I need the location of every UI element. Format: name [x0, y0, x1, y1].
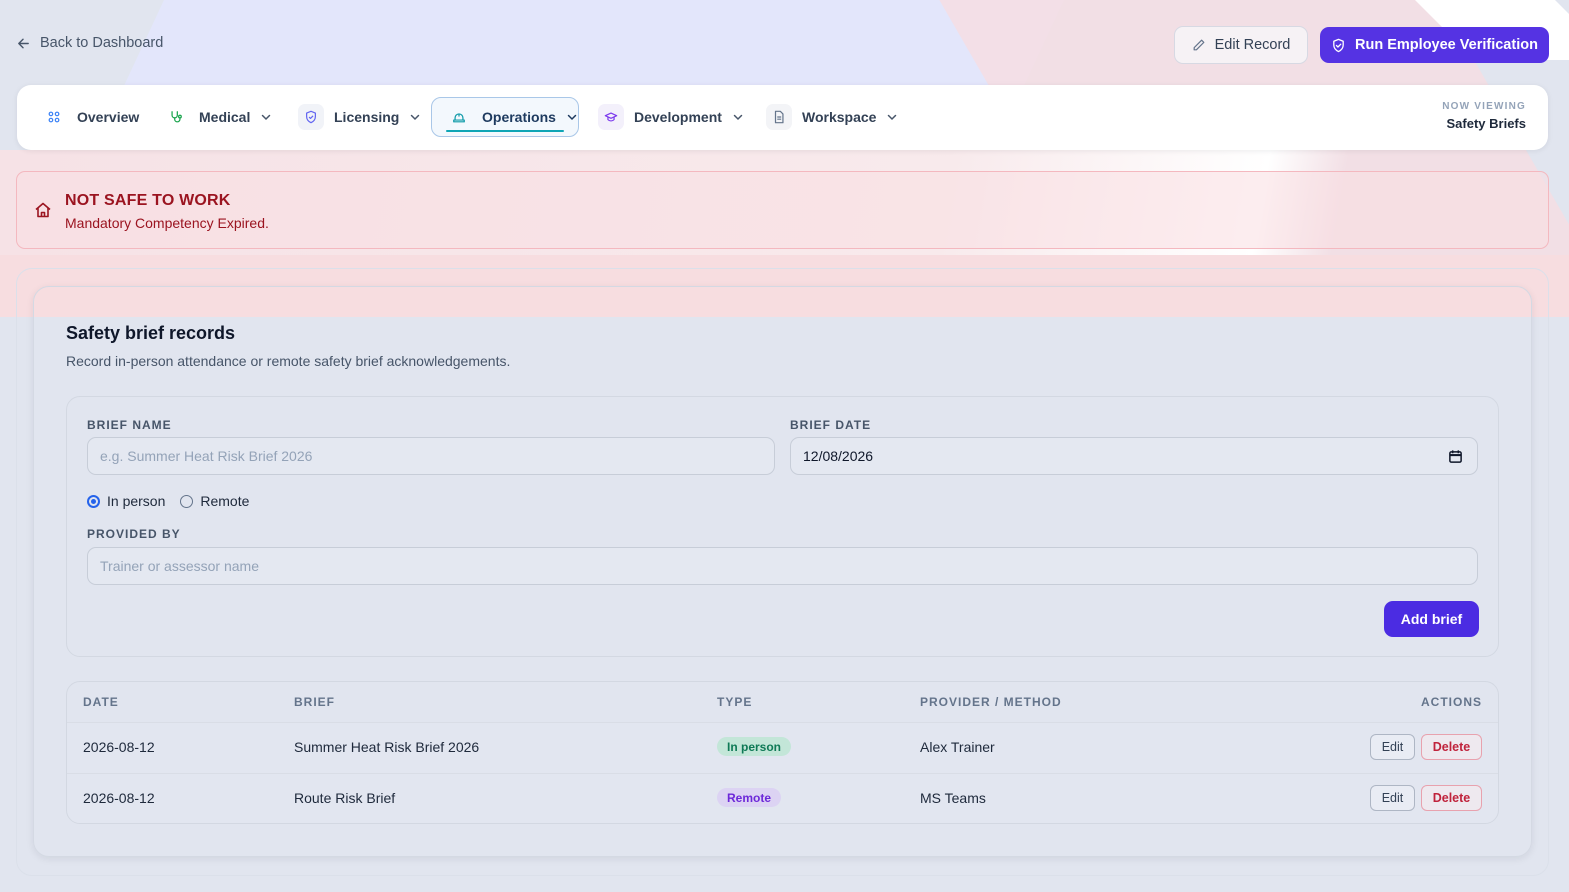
th-provider: PROVIDER / METHOD: [920, 695, 1062, 709]
shield-icon: [298, 104, 324, 130]
tab-overview[interactable]: Overview: [41, 97, 139, 137]
brief-date-label: BRIEF DATE: [790, 418, 872, 432]
provided-by-input[interactable]: Trainer or assessor name: [87, 547, 1478, 585]
cell-provider: MS Teams: [920, 790, 986, 806]
card-title: Safety brief records: [66, 323, 236, 343]
briefs-table: DATE BRIEF TYPE PROVIDER / METHOD ACTION…: [66, 681, 1499, 824]
brief-form: BRIEF NAME e.g. Summer Heat Risk Brief 2…: [66, 396, 1499, 657]
safety-alert: NOT SAFE TO WORK Mandatory Competency Ex…: [16, 171, 1549, 249]
now-viewing-label: NOW VIEWING: [1442, 101, 1526, 112]
th-actions: ACTIONS: [1421, 695, 1482, 709]
tab-label: Medical: [199, 109, 251, 125]
cell-provider: Alex Trainer: [920, 739, 995, 755]
run-verification-label: Run Employee Verification: [1355, 37, 1538, 53]
remote-radio[interactable]: [180, 494, 194, 508]
tab-operations[interactable]: Operations: [431, 97, 579, 137]
calendar-icon[interactable]: [1448, 449, 1463, 464]
provided-by-label: PROVIDED BY: [87, 527, 181, 541]
graduation-cap-icon: [598, 104, 624, 130]
alert-detail: Mandatory Competency Expired.: [65, 215, 269, 231]
add-brief-button[interactable]: Add brief: [1384, 601, 1479, 637]
alert-title: NOT SAFE TO WORK: [65, 192, 231, 209]
table-row: 2026-08-12 Summer Heat Risk Brief 2026 I…: [67, 722, 1498, 773]
shield-check-icon: [1333, 38, 1344, 52]
brief-name-label: BRIEF NAME: [87, 418, 172, 432]
run-employee-verification-button[interactable]: Run Employee Verification: [1320, 27, 1549, 63]
arrow-left-icon: [18, 38, 29, 48]
tab-medical[interactable]: Medical: [163, 97, 272, 137]
now-viewing: NOW VIEWING Safety Briefs: [1442, 101, 1526, 131]
th-type: TYPE: [717, 695, 753, 709]
th-brief: BRIEF: [294, 695, 335, 709]
edit-record-label: Edit Record: [1214, 37, 1291, 53]
edit-record-button[interactable]: Edit Record: [1174, 26, 1308, 64]
home-icon: [35, 202, 51, 218]
delete-row-button[interactable]: Delete: [1421, 734, 1482, 760]
back-to-dashboard-link[interactable]: Back to Dashboard: [16, 35, 163, 51]
table-header: DATE BRIEF TYPE PROVIDER / METHOD ACTION…: [67, 682, 1498, 722]
type-badge: Remote: [717, 788, 782, 807]
tab-label: Overview: [77, 109, 140, 125]
stethoscope-icon: [163, 104, 189, 130]
tab-licensing[interactable]: Licensing: [298, 97, 421, 137]
tab-label: Licensing: [334, 109, 400, 125]
brief-name-input[interactable]: e.g. Summer Heat Risk Brief 2026: [87, 437, 775, 475]
tab-workspace[interactable]: Workspace: [766, 97, 898, 137]
tab-label: Workspace: [802, 109, 877, 125]
hard-hat-icon: [446, 104, 472, 130]
remote-radio-label[interactable]: Remote: [200, 493, 249, 509]
cell-date: 2026-08-12: [83, 790, 155, 806]
delivery-type-radios: In person Remote: [87, 493, 249, 509]
cell-brief: Summer Heat Risk Brief 2026: [294, 739, 480, 755]
edit-row-button[interactable]: Edit: [1370, 734, 1415, 760]
active-tab-indicator: [446, 130, 564, 132]
chevron-down-icon: [733, 114, 743, 121]
in-person-radio-label[interactable]: In person: [107, 493, 165, 509]
document-icon: [766, 104, 792, 130]
tab-development[interactable]: Development: [598, 97, 744, 137]
chevron-down-icon: [888, 114, 897, 121]
chevron-down-icon: [262, 114, 271, 121]
th-date: DATE: [83, 695, 119, 709]
safety-brief-card: Safety brief records Record in-person at…: [33, 286, 1532, 857]
card-subtitle: Record in-person attendance or remote sa…: [66, 353, 511, 369]
in-person-radio[interactable]: [87, 494, 100, 508]
brief-date-input[interactable]: 12/08/2026: [790, 437, 1478, 475]
cell-brief: Route Risk Brief: [294, 790, 396, 806]
type-badge: In person: [717, 737, 792, 756]
now-viewing-value: Safety Briefs: [1446, 116, 1526, 131]
chevron-down-icon: [411, 114, 420, 121]
back-label: Back to Dashboard: [40, 35, 164, 51]
tab-label: Operations: [482, 109, 556, 125]
grid-icon: [41, 104, 67, 130]
chevron-down-icon: [567, 114, 577, 121]
edit-row-button[interactable]: Edit: [1370, 785, 1415, 811]
table-row: 2026-08-12 Route Risk Brief Remote MS Te…: [67, 773, 1498, 823]
pencil-icon: [1193, 39, 1205, 51]
brief-date-value: 12/08/2026: [803, 448, 874, 464]
section-nav: Overview Medical Licensing Operations De…: [17, 85, 1548, 150]
tab-label: Development: [634, 109, 722, 125]
delete-row-button[interactable]: Delete: [1421, 785, 1482, 811]
cell-date: 2026-08-12: [83, 739, 155, 755]
